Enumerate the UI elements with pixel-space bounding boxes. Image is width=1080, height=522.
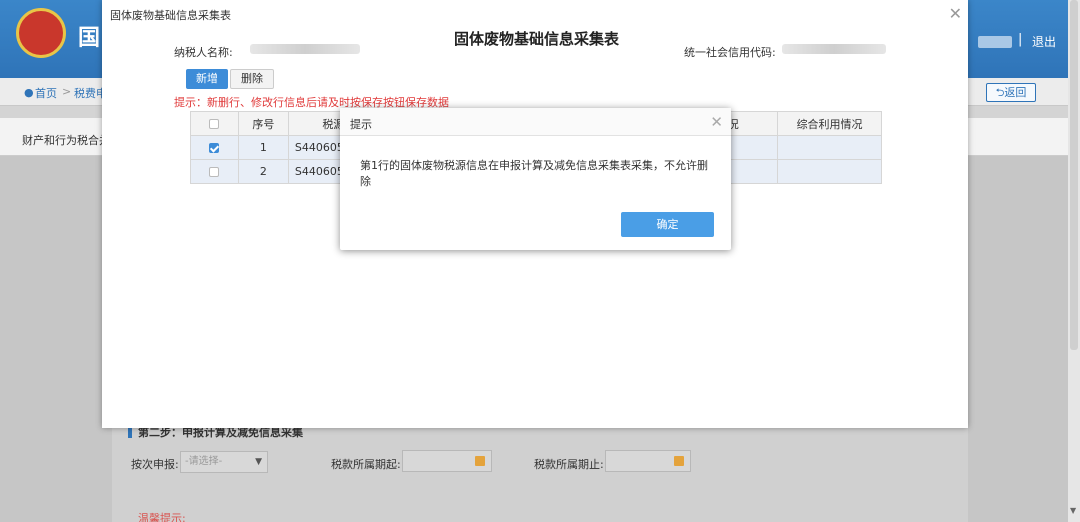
row-index: 2 <box>237 159 289 184</box>
period-start-label: 税款所属期起: <box>331 458 401 471</box>
location-pin-icon: ● <box>24 86 34 99</box>
chevron-down-icon: ▼ <box>255 457 262 467</box>
row-checkbox-cell[interactable] <box>190 159 239 184</box>
filing-label: 按次申报: <box>131 458 179 471</box>
row-cell[interactable] <box>777 159 882 184</box>
taxpayer-name-label: 纳税人名称: <box>174 46 233 59</box>
header-separator: | <box>1018 32 1023 47</box>
filing-select-value: -请选择- <box>185 456 223 467</box>
row-cell[interactable] <box>777 135 882 160</box>
calendar-icon[interactable] <box>674 456 684 466</box>
back-button[interactable]: ⮌返回 <box>986 83 1036 102</box>
credit-code-label: 统一社会信用代码: <box>684 46 776 59</box>
dialog-message: 第1行的固体废物税源信息在申报计算及减免信息采集表采集，不允许删除 <box>360 159 708 188</box>
breadcrumb-home[interactable]: 首页 <box>35 85 57 101</box>
tip-label: 温馨提示: <box>138 512 186 522</box>
user-name-blurred <box>978 36 1012 48</box>
select-all-checkbox[interactable] <box>209 119 220 129</box>
window-title: 固体废物基础信息采集表 <box>110 9 231 22</box>
credit-code-value <box>782 44 886 54</box>
add-row-button[interactable]: 新增 <box>186 69 228 89</box>
close-icon[interactable]: ✕ <box>710 113 723 131</box>
alert-dialog: 提示 ✕ 第1行的固体废物税源信息在申报计算及减免信息采集表采集，不允许删除 确… <box>340 108 731 250</box>
row-checkbox[interactable] <box>209 167 220 177</box>
close-icon[interactable]: ✕ <box>949 4 962 23</box>
period-end-label: 税款所属期止: <box>534 458 604 471</box>
period-start-input[interactable] <box>402 450 492 472</box>
breadcrumb-separator: > <box>62 85 72 98</box>
ok-button[interactable]: 确定 <box>621 212 714 237</box>
row-checkbox-cell[interactable] <box>190 135 239 160</box>
header-index: 序号 <box>237 111 289 136</box>
filing-select[interactable]: -请选择- ▼ <box>180 451 268 473</box>
taxpayer-name-value <box>250 44 360 54</box>
row-checkbox-checked[interactable] <box>209 143 220 153</box>
logout-link[interactable]: 退出 <box>1032 33 1056 50</box>
period-end-input[interactable] <box>605 450 691 472</box>
scroll-down-icon[interactable]: ▼ <box>1070 506 1076 515</box>
site-title: 国 <box>78 26 101 51</box>
dialog-title: 提示 <box>350 118 372 131</box>
header-checkbox-cell[interactable] <box>190 111 239 136</box>
header-utilization: 综合利用情况 <box>777 111 882 136</box>
dialog-header: 提示 ✕ <box>340 108 731 136</box>
form-title: 固体废物基础信息采集表 <box>454 30 620 48</box>
row-index: 1 <box>237 135 289 160</box>
delete-row-button[interactable]: 删除 <box>230 69 274 89</box>
calendar-icon[interactable] <box>475 456 485 466</box>
subnav-item-property-tax[interactable]: 财产和行为税合并 <box>22 132 110 148</box>
tax-emblem-logo <box>16 8 66 58</box>
scrollbar-thumb[interactable] <box>1070 0 1078 350</box>
